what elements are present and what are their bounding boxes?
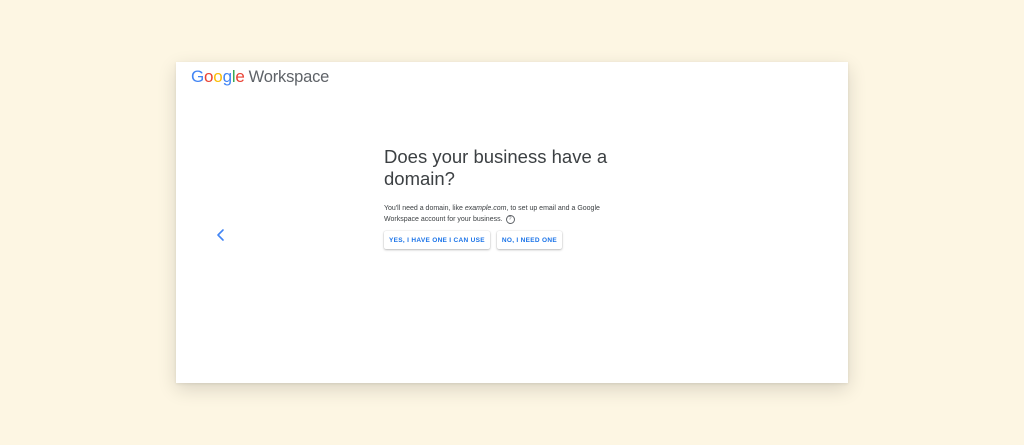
page-title: Does your business have a domain? [384,146,608,189]
no-need-domain-button[interactable]: NO, I NEED ONE [496,231,562,249]
domain-description: You'll need a domain, like example.com, … [384,203,634,225]
help-icon[interactable]: ? [505,214,515,224]
logo-letter: o [213,67,223,86]
signup-card: Google Workspace Does your business have … [176,62,848,383]
logo-letter: g [222,67,232,86]
chevron-left-icon [217,229,224,241]
logo-letter: e [235,67,245,86]
description-text: You'll need a domain, like [384,205,465,212]
google-workspace-logo: Google Workspace [191,67,329,87]
logo-product-name: Workspace [248,68,330,86]
logo-letter: o [204,67,214,86]
logo-letter: G [191,67,205,86]
example-domain: example.com [464,205,507,212]
answer-buttons: YES, I HAVE ONE I CAN USE NO, I NEED ONE [384,231,634,249]
back-button[interactable] [214,227,228,243]
yes-have-domain-button[interactable]: YES, I HAVE ONE I CAN USE [384,231,490,249]
domain-question-section: Does your business have a domain? You'll… [384,146,634,249]
